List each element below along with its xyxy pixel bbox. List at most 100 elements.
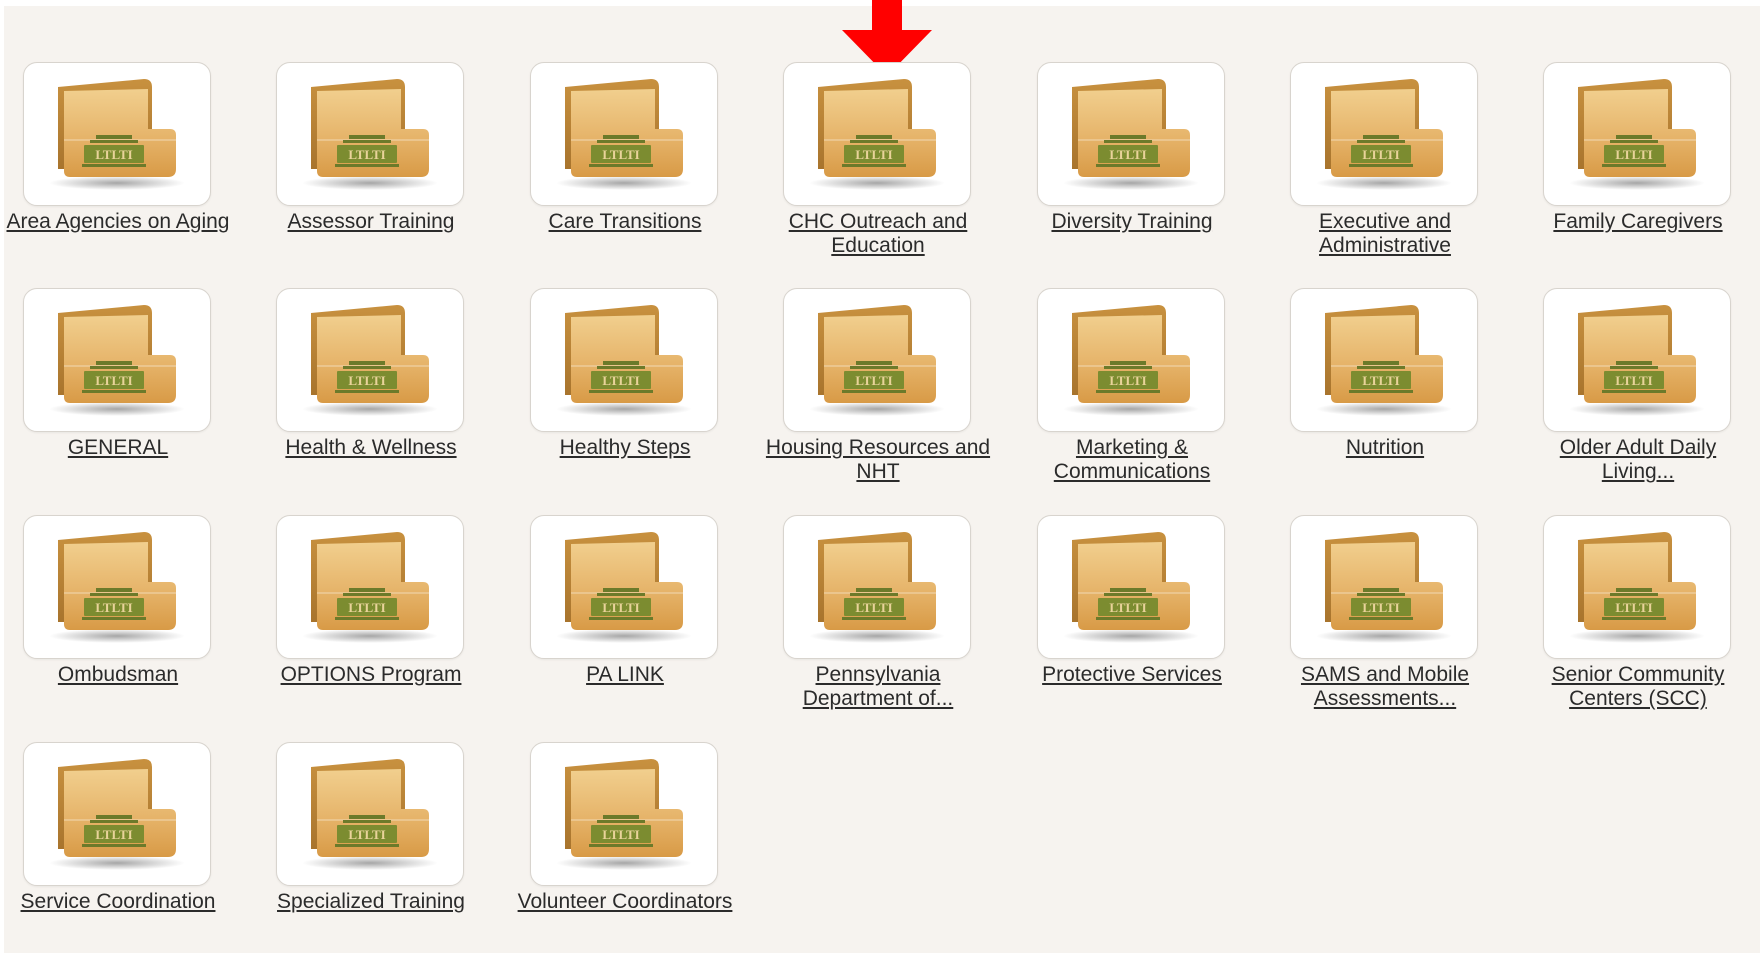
svg-text:LTLTI: LTLTI	[1615, 600, 1652, 615]
folder-label[interactable]: Healthy Steps	[510, 436, 740, 460]
folder-icon-box[interactable]: LTLTI	[530, 62, 718, 206]
folder-tile[interactable]: LTLTI Older Adult Daily Living...	[1543, 288, 1733, 508]
folder-label[interactable]: Health & Wellness	[256, 436, 486, 460]
folder-label[interactable]: Protective Services	[1017, 663, 1247, 687]
folder-tile[interactable]: LTLTI Family Caregivers	[1543, 62, 1733, 282]
svg-text:LTLTI: LTLTI	[1362, 147, 1399, 162]
folder-label[interactable]: Marketing & Communications	[1017, 436, 1247, 484]
folder-label[interactable]: Housing Resources and NHT	[763, 436, 993, 484]
folder-label[interactable]: SAMS and Mobile Assessments...	[1270, 663, 1500, 711]
folder-label[interactable]: Pennsylvania Department of...	[763, 663, 993, 711]
folder-icon-box[interactable]: LTLTI	[530, 288, 718, 432]
folder-icon: LTLTI	[49, 532, 185, 643]
folder-icon-box[interactable]: LTLTI	[23, 62, 211, 206]
folder-label[interactable]: Ombudsman	[3, 663, 233, 687]
folder-tile[interactable]: LTLTI Nutrition	[1290, 288, 1480, 508]
folder-label[interactable]: Older Adult Daily Living...	[1523, 436, 1753, 484]
folder-icon: LTLTI	[809, 79, 945, 190]
folder-label[interactable]: Diversity Training	[1017, 210, 1247, 234]
folder-icon: LTLTI	[809, 532, 945, 643]
folder-icon-box[interactable]: LTLTI	[1037, 62, 1225, 206]
folder-label[interactable]: Care Transitions	[510, 210, 740, 234]
folder-icon-box[interactable]: LTLTI	[23, 742, 211, 886]
folder-icon: LTLTI	[302, 79, 438, 190]
folder-icon: LTLTI	[1316, 532, 1452, 643]
folder-icon-box[interactable]: LTLTI	[276, 515, 464, 659]
folder-icon-box[interactable]: LTLTI	[783, 515, 971, 659]
folder-icon: LTLTI	[49, 759, 185, 870]
folder-label[interactable]: Volunteer Coordinators	[510, 890, 740, 914]
folder-tile[interactable]: LTLTI Executive and Administrative	[1290, 62, 1480, 282]
folder-icon: LTLTI	[1316, 305, 1452, 416]
folder-icon-box[interactable]: LTLTI	[530, 742, 718, 886]
folder-icon-box[interactable]: LTLTI	[276, 288, 464, 432]
folder-icon-box[interactable]: LTLTI	[1543, 515, 1731, 659]
folder-tile[interactable]: LTLTI Healthy Steps	[530, 288, 720, 508]
folder-icon-box[interactable]: LTLTI	[23, 288, 211, 432]
folder-tile[interactable]: LTLTI Senior Community Centers (SCC)	[1543, 515, 1733, 735]
folder-tile[interactable]: LTLTI Ombudsman	[23, 515, 213, 735]
folder-label[interactable]: Nutrition	[1270, 436, 1500, 460]
svg-text:LTLTI: LTLTI	[602, 600, 639, 615]
folder-icon: LTLTI	[49, 79, 185, 190]
folder-icon-box[interactable]: LTLTI	[1290, 62, 1478, 206]
svg-text:LTLTI: LTLTI	[1109, 600, 1146, 615]
folder-label[interactable]: Area Agencies on Aging	[3, 210, 233, 234]
folder-icon-box[interactable]: LTLTI	[1290, 288, 1478, 432]
folder-tile[interactable]: LTLTI Care Transitions	[530, 62, 720, 282]
folder-tile[interactable]: LTLTI GENERAL	[23, 288, 213, 508]
folder-icon: LTLTI	[302, 305, 438, 416]
folder-tile[interactable]: LTLTI Housing Resources and NHT	[766, 288, 990, 508]
folder-label[interactable]: Service Coordination	[3, 890, 233, 914]
folder-icon: LTLTI	[556, 79, 692, 190]
folder-tile[interactable]: LTLTI Area Agencies on Aging	[6, 62, 230, 282]
folder-icon: LTLTI	[1569, 532, 1705, 643]
folder-label[interactable]: Specialized Training	[256, 890, 486, 914]
folder-label[interactable]: PA LINK	[510, 663, 740, 687]
folder-icon-box[interactable]: LTLTI	[23, 515, 211, 659]
folder-tile[interactable]: LTLTI Service Coordination	[21, 742, 215, 962]
folder-icon-box[interactable]: LTLTI	[1543, 62, 1731, 206]
folder-icon-box[interactable]: LTLTI	[276, 742, 464, 886]
folder-tile[interactable]: LTLTI OPTIONS Program	[276, 515, 466, 735]
folder-label[interactable]: Senior Community Centers (SCC)	[1523, 663, 1753, 711]
folder-tile[interactable]: LTLTI Volunteer Coordinators	[518, 742, 732, 962]
folder-label[interactable]: Executive and Administrative	[1270, 210, 1500, 258]
folder-label[interactable]: Family Caregivers	[1523, 210, 1753, 234]
folder-tile[interactable]: LTLTI SAMS and Mobile Assessments...	[1290, 515, 1480, 735]
folder-icon-box[interactable]: LTLTI	[783, 62, 971, 206]
folder-icon-box[interactable]: LTLTI	[783, 288, 971, 432]
folder-icon: LTLTI	[49, 305, 185, 416]
svg-text:LTLTI: LTLTI	[348, 373, 385, 388]
svg-text:LTLTI: LTLTI	[95, 373, 132, 388]
folder-label[interactable]: Assessor Training	[256, 210, 486, 234]
folder-label[interactable]: GENERAL	[3, 436, 233, 460]
folder-tile[interactable]: LTLTI Pennsylvania Department of...	[783, 515, 973, 735]
svg-text:LTLTI: LTLTI	[1362, 600, 1399, 615]
folder-icon: LTLTI	[1316, 79, 1452, 190]
folder-icon-box[interactable]: LTLTI	[1543, 288, 1731, 432]
svg-text:LTLTI: LTLTI	[348, 600, 385, 615]
svg-text:LTLTI: LTLTI	[855, 147, 892, 162]
folder-tile[interactable]: LTLTI Diversity Training	[1037, 62, 1227, 282]
folder-icon: LTLTI	[302, 532, 438, 643]
folder-tile[interactable]: LTLTI CHC Outreach and Education	[783, 62, 973, 282]
folder-icon: LTLTI	[302, 759, 438, 870]
folder-label[interactable]: CHC Outreach and Education	[763, 210, 993, 258]
svg-text:LTLTI: LTLTI	[602, 373, 639, 388]
folder-label[interactable]: OPTIONS Program	[256, 663, 486, 687]
svg-text:LTLTI: LTLTI	[348, 147, 385, 162]
svg-text:LTLTI: LTLTI	[1615, 147, 1652, 162]
folder-tile[interactable]: LTLTI Health & Wellness	[276, 288, 466, 508]
folder-tile[interactable]: LTLTI PA LINK	[530, 515, 720, 735]
folder-icon-box[interactable]: LTLTI	[1290, 515, 1478, 659]
folder-icon-box[interactable]: LTLTI	[1037, 515, 1225, 659]
folder-icon-box[interactable]: LTLTI	[276, 62, 464, 206]
folder-tile[interactable]: LTLTI Marketing & Communications	[1037, 288, 1227, 508]
folder-icon-box[interactable]: LTLTI	[530, 515, 718, 659]
folder-icon-box[interactable]: LTLTI	[1037, 288, 1225, 432]
folder-tile[interactable]: LTLTI Specialized Training	[276, 742, 466, 962]
folder-tile[interactable]: LTLTI Protective Services	[1037, 515, 1227, 735]
svg-text:LTLTI: LTLTI	[1615, 373, 1652, 388]
folder-tile[interactable]: LTLTI Assessor Training	[276, 62, 466, 282]
